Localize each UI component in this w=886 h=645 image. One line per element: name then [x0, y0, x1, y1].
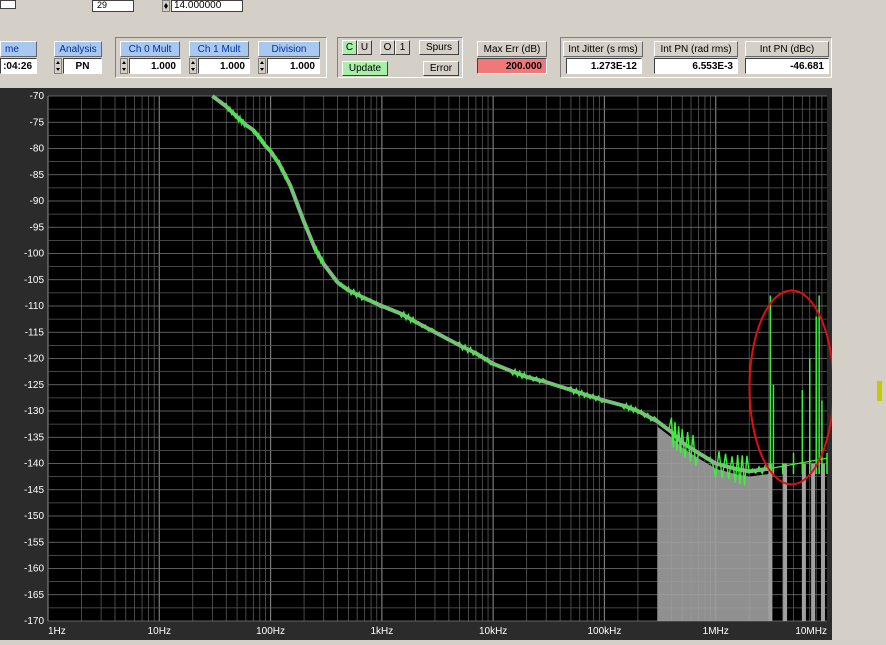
ch1-spinner[interactable] [189, 58, 197, 74]
one-toggle[interactable]: 1 [395, 40, 410, 55]
x-tick-label: 1Hz [48, 626, 66, 637]
y-tick-label: -135 [24, 432, 44, 443]
x-tick-label: 10kHz [479, 626, 507, 637]
y-tick-label: -85 [30, 170, 45, 181]
ch0-mult-label: Ch 0 Mult [120, 41, 180, 57]
phase-noise-chart: -70 -75 -80 -85 -90 -95 -100 -105 -110 -115 -120 -1… [24, 91, 835, 637]
division-value[interactable]: 1.000 [267, 58, 320, 74]
y-tick-label: -145 [24, 485, 44, 496]
spurs-button[interactable]: Spurs [419, 40, 459, 55]
y-tick-label: -125 [24, 380, 44, 391]
spur-floor-bar [768, 463, 773, 621]
analysis-spinner[interactable] [54, 58, 62, 74]
x-tick-label: 1kHz [370, 626, 393, 637]
o-toggle[interactable]: O [380, 40, 395, 55]
time-value: :04:26 [0, 58, 37, 74]
intpn-rad-label: Int PN (rad rms) [654, 41, 738, 57]
division-label: Division [258, 41, 320, 57]
y-tick-label: -165 [24, 590, 44, 601]
spur-floor-bar [783, 463, 788, 621]
update-button[interactable]: Update [342, 61, 388, 76]
intpn-dbc-value: -46.681 [745, 58, 829, 74]
ch0-mult-value[interactable]: 1.000 [129, 58, 181, 74]
y-tick-label: -140 [24, 459, 44, 470]
x-tick-label: 10Hz [148, 626, 171, 637]
spur-floor-bar [820, 463, 825, 621]
y-tick-label: -170 [24, 616, 44, 627]
y-tick-label: -120 [24, 354, 44, 365]
y-tick-label: -75 [30, 117, 45, 128]
y-tick-label: -100 [24, 249, 44, 260]
x-tick-label: 10MHz [795, 626, 827, 637]
y-tick-label: -80 [30, 144, 45, 155]
field-freq[interactable]: 14.000000 [171, 0, 243, 12]
jitter-value: 1.273E-12 [566, 58, 642, 74]
y-tick-label: -95 [30, 222, 45, 233]
field-29[interactable]: 29 [92, 0, 134, 12]
time-label: me [0, 41, 37, 57]
c-toggle[interactable]: C [342, 40, 357, 55]
x-tick-label: 1MHz [703, 626, 729, 637]
x-tick-label: 100Hz [256, 626, 285, 637]
division-spinner[interactable] [258, 58, 266, 74]
ch1-mult-label: Ch 1 Mult [189, 41, 249, 57]
plot-panel: -70 -75 -80 -85 -90 -95 -100 -105 -110 -115 -120 -1… [0, 88, 835, 640]
y-tick-label: -160 [24, 564, 44, 575]
u-toggle[interactable]: U [357, 40, 372, 55]
spur-floor-bar [811, 463, 816, 621]
intpn-rad-value: 6.553E-3 [654, 58, 738, 74]
y-tick-label: -70 [30, 91, 45, 102]
x-tick-label: 100kHz [587, 626, 621, 637]
y-tick-label: -110 [25, 301, 45, 312]
maxerr-label: Max Err (dB) [477, 41, 547, 57]
jitter-label: Int Jitter (s rms) [563, 41, 643, 57]
analysis-value[interactable]: PN [63, 58, 102, 74]
y-tick-label: -150 [24, 511, 44, 522]
intpn-dbc-label: Int PN (dBc) [745, 41, 829, 57]
y-tick-label: -115 [25, 327, 45, 338]
error-indicator: Error [423, 61, 459, 76]
ch0-spinner[interactable] [120, 58, 128, 74]
freq-spinner[interactable] [162, 0, 170, 12]
maxerr-value: 200.000 [477, 58, 547, 74]
y-tick-label: -105 [24, 275, 44, 286]
y-tick-label: -90 [30, 196, 45, 207]
spur-floor-bar [801, 463, 806, 621]
analysis-label: Analysis [54, 41, 102, 57]
side-indicator [877, 381, 882, 401]
dropdown-corner[interactable] [0, 0, 16, 9]
y-tick-label: -155 [24, 537, 44, 548]
y-tick-label: -130 [24, 406, 44, 417]
ch1-mult-value[interactable]: 1.000 [198, 58, 250, 74]
